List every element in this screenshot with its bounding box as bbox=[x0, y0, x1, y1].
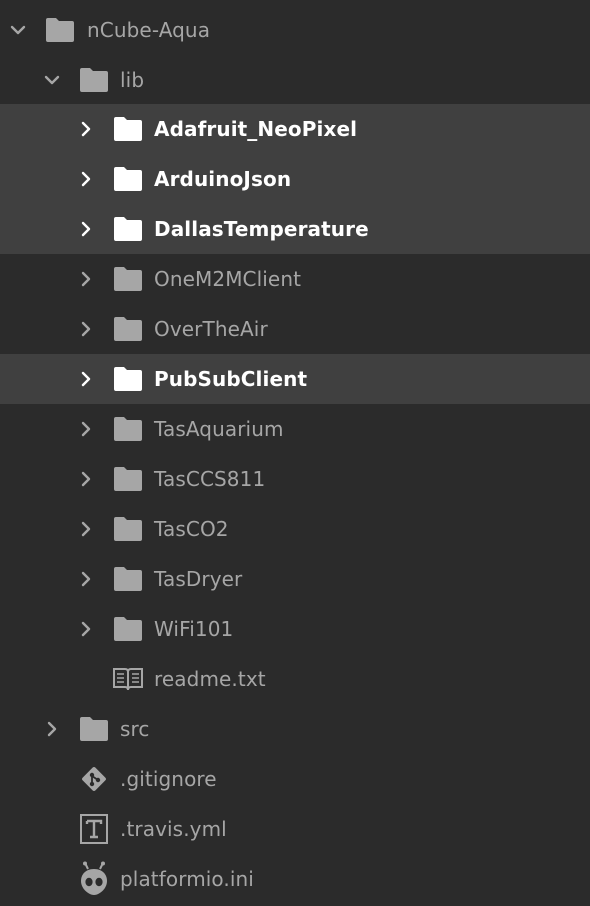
folder-icon bbox=[113, 216, 143, 242]
book-icon bbox=[112, 666, 143, 692]
file-tree: nCube-Aqua lib Adafruit_NeoPixel Arduino… bbox=[0, 0, 590, 906]
folder-icon bbox=[113, 516, 143, 542]
folder-icon bbox=[113, 116, 143, 142]
tree-item-platformio-ini[interactable]: platformio.ini bbox=[0, 854, 590, 904]
folder-icon bbox=[113, 366, 143, 392]
chevron-right-icon[interactable] bbox=[78, 221, 94, 237]
tree-item-label: DallasTemperature bbox=[154, 217, 369, 241]
tree-item-label: src bbox=[120, 717, 150, 741]
tree-item-ncube-aqua[interactable]: nCube-Aqua bbox=[0, 5, 590, 55]
tree-item-label: PubSubClient bbox=[154, 367, 308, 391]
chevron-down-icon[interactable] bbox=[10, 22, 26, 38]
tree-item-gitignore[interactable]: .gitignore bbox=[0, 754, 590, 804]
tree-item-tasaquarium[interactable]: TasAquarium bbox=[0, 404, 590, 454]
tree-item-readme-txt[interactable]: readme.txt bbox=[0, 654, 590, 704]
chevron-right-icon[interactable] bbox=[78, 121, 94, 137]
tree-item-label: Adafruit_NeoPixel bbox=[154, 117, 358, 141]
tree-item-src[interactable]: src bbox=[0, 704, 590, 754]
git-icon bbox=[79, 763, 109, 795]
chevron-down-icon[interactable] bbox=[44, 72, 60, 88]
tree-item-tasccs811[interactable]: TasCCS811 bbox=[0, 454, 590, 504]
tree-item-label: platformio.ini bbox=[120, 867, 254, 891]
chevron-right-icon[interactable] bbox=[78, 571, 94, 587]
tree-item-adafruit-neopixel[interactable]: Adafruit_NeoPixel bbox=[0, 104, 590, 154]
folder-icon bbox=[45, 17, 75, 43]
chevron-right-icon[interactable] bbox=[78, 421, 94, 437]
tree-item-label: TasAquarium bbox=[154, 417, 284, 441]
folder-icon bbox=[79, 67, 109, 93]
folder-icon bbox=[113, 416, 143, 442]
alien-icon bbox=[79, 861, 109, 897]
tree-item-label: TasDryer bbox=[154, 567, 243, 591]
folder-icon bbox=[113, 166, 143, 192]
chevron-right-icon[interactable] bbox=[78, 521, 94, 537]
folder-icon bbox=[79, 716, 109, 742]
tree-item-label: OverTheAir bbox=[154, 317, 268, 341]
tree-item-label: .travis.yml bbox=[120, 817, 227, 841]
tree-item-onem2mclient[interactable]: OneM2MClient bbox=[0, 254, 590, 304]
folder-icon bbox=[113, 466, 143, 492]
folder-icon bbox=[113, 316, 143, 342]
tree-item-label: lib bbox=[120, 68, 145, 92]
tree-item-arduinojson[interactable]: ArduinoJson bbox=[0, 154, 590, 204]
text-t-icon bbox=[80, 814, 108, 844]
tree-item-tasdryer[interactable]: TasDryer bbox=[0, 554, 590, 604]
chevron-right-icon[interactable] bbox=[78, 321, 94, 337]
chevron-right-icon[interactable] bbox=[44, 721, 60, 737]
folder-icon bbox=[113, 566, 143, 592]
tree-item-lib[interactable]: lib bbox=[0, 55, 590, 105]
chevron-right-icon[interactable] bbox=[78, 621, 94, 637]
chevron-right-icon[interactable] bbox=[78, 271, 94, 287]
tree-item-label: nCube-Aqua bbox=[87, 18, 211, 42]
tree-item-dallastemperature[interactable]: DallasTemperature bbox=[0, 204, 590, 254]
folder-icon bbox=[113, 266, 143, 292]
tree-item-label: ArduinoJson bbox=[154, 167, 292, 191]
chevron-right-icon[interactable] bbox=[78, 171, 94, 187]
chevron-right-icon[interactable] bbox=[78, 371, 94, 387]
tree-item-label: TasCO2 bbox=[154, 517, 229, 541]
tree-item-label: WiFi101 bbox=[154, 617, 234, 641]
tree-item-label: OneM2MClient bbox=[154, 267, 302, 291]
chevron-right-icon[interactable] bbox=[78, 471, 94, 487]
tree-item-overtheair[interactable]: OverTheAir bbox=[0, 304, 590, 354]
tree-item-pubsubclient[interactable]: PubSubClient bbox=[0, 354, 590, 404]
tree-item-label: TasCCS811 bbox=[154, 467, 266, 491]
tree-item-label: readme.txt bbox=[154, 667, 266, 691]
tree-item-label: .gitignore bbox=[120, 767, 217, 791]
tree-item-wifi101[interactable]: WiFi101 bbox=[0, 604, 590, 654]
tree-item-tasco2[interactable]: TasCO2 bbox=[0, 504, 590, 554]
folder-icon bbox=[113, 616, 143, 642]
tree-item-travis-yml[interactable]: .travis.yml bbox=[0, 804, 590, 854]
